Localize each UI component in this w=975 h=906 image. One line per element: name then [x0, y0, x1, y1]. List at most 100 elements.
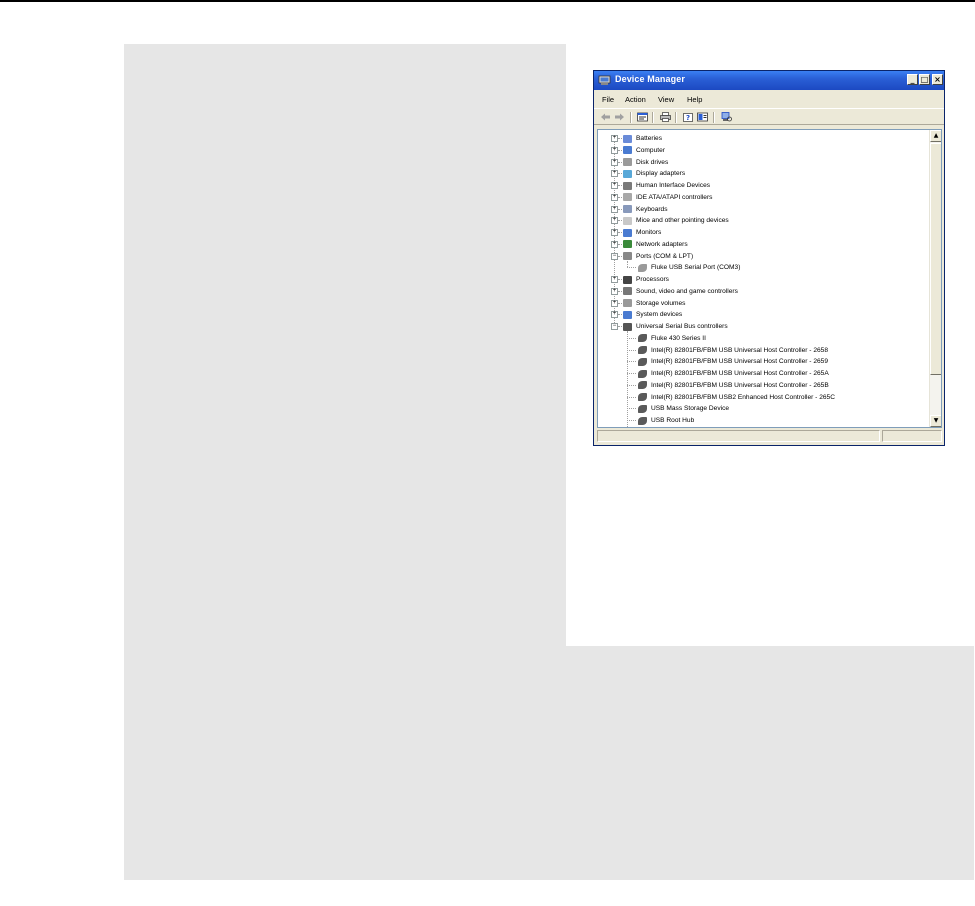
device-tree[interactable]: + Batteries + Computer + Disk drives + Display …	[597, 129, 942, 428]
grey-panel-left	[124, 44, 566, 646]
tree-device[interactable]: USB Root Hub	[598, 427, 928, 428]
print-icon[interactable]	[660, 112, 671, 122]
expand-toggle-icon[interactable]: +	[611, 158, 618, 166]
show-hide-icon[interactable]	[697, 112, 708, 122]
tree-device[interactable]: Fluke USB Serial Port (COM3)	[598, 262, 928, 273]
tree-connector	[618, 185, 622, 186]
hid-icon	[623, 181, 632, 190]
help-icon[interactable]: ?	[683, 112, 694, 122]
expand-toggle-icon[interactable]: +	[611, 299, 618, 307]
tree-category-label: Mice and other pointing devices	[636, 217, 729, 225]
tree-connector	[618, 138, 622, 139]
expand-toggle-icon[interactable]: +	[611, 217, 618, 225]
expand-toggle-icon[interactable]: +	[611, 135, 618, 142]
expand-toggle-icon[interactable]: +	[611, 276, 618, 283]
expand-toggle-icon[interactable]: +	[611, 240, 618, 248]
tree-connector	[618, 208, 622, 210]
toolbar-separator	[675, 112, 677, 123]
tree-connector	[618, 279, 622, 280]
tree-connector	[627, 361, 636, 363]
tree-connector	[627, 267, 636, 269]
usb-device-icon	[638, 381, 647, 390]
tree-device[interactable]: USB Root Hub	[598, 415, 928, 426]
tree-category[interactable]: + Computer	[598, 145, 928, 156]
tree-connector	[618, 302, 622, 304]
tree-category[interactable]: + Network adapters	[598, 239, 928, 250]
tree-device[interactable]: Intel(R) 82801FB/FBM USB Universal Host …	[598, 356, 928, 367]
tree-connector	[618, 220, 622, 222]
expand-toggle-icon[interactable]: +	[611, 229, 618, 236]
forward-arrow-icon[interactable]	[614, 112, 625, 122]
tree-connector	[627, 349, 636, 351]
window-title: Device Manager	[615, 74, 685, 84]
collapse-toggle-icon[interactable]: −	[611, 252, 618, 260]
expand-toggle-icon[interactable]: +	[611, 182, 618, 189]
maximize-button[interactable]: □	[919, 74, 930, 85]
usb-device-icon	[638, 369, 647, 378]
menu-view[interactable]: View	[658, 95, 674, 104]
tree-category[interactable]: − Universal Serial Bus controllers	[598, 321, 928, 332]
tree-device-label: Intel(R) 82801FB/FBM USB Universal Host …	[651, 346, 828, 354]
close-button[interactable]: ×	[932, 74, 943, 85]
minimize-button[interactable]: _	[907, 74, 918, 85]
tree-device[interactable]: Fluke 430 Series II	[598, 333, 928, 344]
tree-device[interactable]: Intel(R) 82801FB/FBM USB Universal Host …	[598, 345, 928, 356]
tree-connector	[618, 243, 622, 245]
back-arrow-icon[interactable]	[600, 112, 611, 122]
expand-toggle-icon[interactable]: +	[611, 287, 618, 295]
tree-category[interactable]: + System devices	[598, 309, 928, 320]
tree-connector	[618, 255, 622, 257]
tree-category-label: Batteries	[636, 135, 663, 142]
scroll-up-button[interactable]: ▲	[930, 130, 941, 142]
expand-toggle-icon[interactable]: +	[611, 193, 618, 201]
tree-device[interactable]: Intel(R) 82801FB/FBM USB Universal Host …	[598, 368, 928, 379]
tree-category[interactable]: + IDE ATA/ATAPI controllers	[598, 192, 928, 203]
tree-category[interactable]: + Disk drives	[598, 157, 928, 168]
tree-device[interactable]: Intel(R) 82801FB/FBM USB Universal Host …	[598, 380, 928, 391]
usb-device-icon	[638, 393, 647, 401]
svg-text:?: ?	[686, 114, 690, 122]
tree-device-label: Intel(R) 82801FB/FBM USB Universal Host …	[651, 381, 829, 389]
status-bar	[597, 430, 942, 442]
tree-category[interactable]: + Batteries	[598, 133, 928, 144]
tree-category[interactable]: + Keyboards	[598, 204, 928, 215]
expand-toggle-icon[interactable]: +	[611, 170, 618, 178]
expand-toggle-icon[interactable]: +	[611, 205, 618, 213]
vertical-scrollbar[interactable]: ▲ ▼	[929, 130, 941, 427]
ide-controller-icon	[623, 193, 632, 202]
tree-category[interactable]: + Sound, video and game controllers	[598, 286, 928, 297]
status-pane-main	[597, 430, 880, 442]
device-manager-icon	[598, 75, 611, 85]
tree-category-label: Disk drives	[636, 158, 669, 166]
menu-help[interactable]: Help	[687, 95, 702, 104]
scan-hardware-icon[interactable]	[721, 112, 732, 122]
menu-action[interactable]: Action	[625, 95, 646, 104]
tree-device[interactable]: USB Mass Storage Device	[598, 403, 928, 414]
expand-toggle-icon[interactable]: +	[611, 311, 618, 319]
collapse-toggle-icon[interactable]: −	[611, 323, 618, 330]
tree-category[interactable]: + Mice and other pointing devices	[598, 215, 928, 226]
menu-file[interactable]: File	[602, 95, 614, 104]
tree-device[interactable]: Intel(R) 82801FB/FBM USB2 Enhanced Host …	[598, 392, 928, 403]
tree-device-label: Fluke USB Serial Port (COM3)	[651, 264, 741, 272]
tree-category-label: Storage volumes	[636, 299, 686, 307]
disk-drive-icon	[623, 158, 632, 166]
network-adapter-icon	[623, 240, 632, 249]
tree-category-label: Universal Serial Bus controllers	[636, 323, 728, 330]
scroll-thumb[interactable]	[930, 143, 941, 375]
expand-toggle-icon[interactable]: +	[611, 146, 618, 154]
tree-category[interactable]: + Storage volumes	[598, 298, 928, 309]
tree-category-label: Keyboards	[636, 205, 668, 213]
tree-connector	[627, 373, 636, 374]
scroll-down-button[interactable]: ▼	[930, 415, 941, 427]
properties-icon[interactable]	[637, 112, 648, 122]
tree-connector	[618, 290, 622, 292]
tree-category[interactable]: + Monitors	[598, 227, 928, 238]
title-bar[interactable]: Device Manager _ □ ×	[594, 71, 944, 90]
tree-category[interactable]: + Display adapters	[598, 168, 928, 179]
tree-category[interactable]: − Ports (COM & LPT)	[598, 251, 928, 262]
tree-category[interactable]: + Human Interface Devices	[598, 180, 928, 191]
toolbar: ?	[594, 108, 944, 125]
usb-device-icon	[638, 357, 647, 366]
tree-category[interactable]: + Processors	[598, 274, 928, 285]
